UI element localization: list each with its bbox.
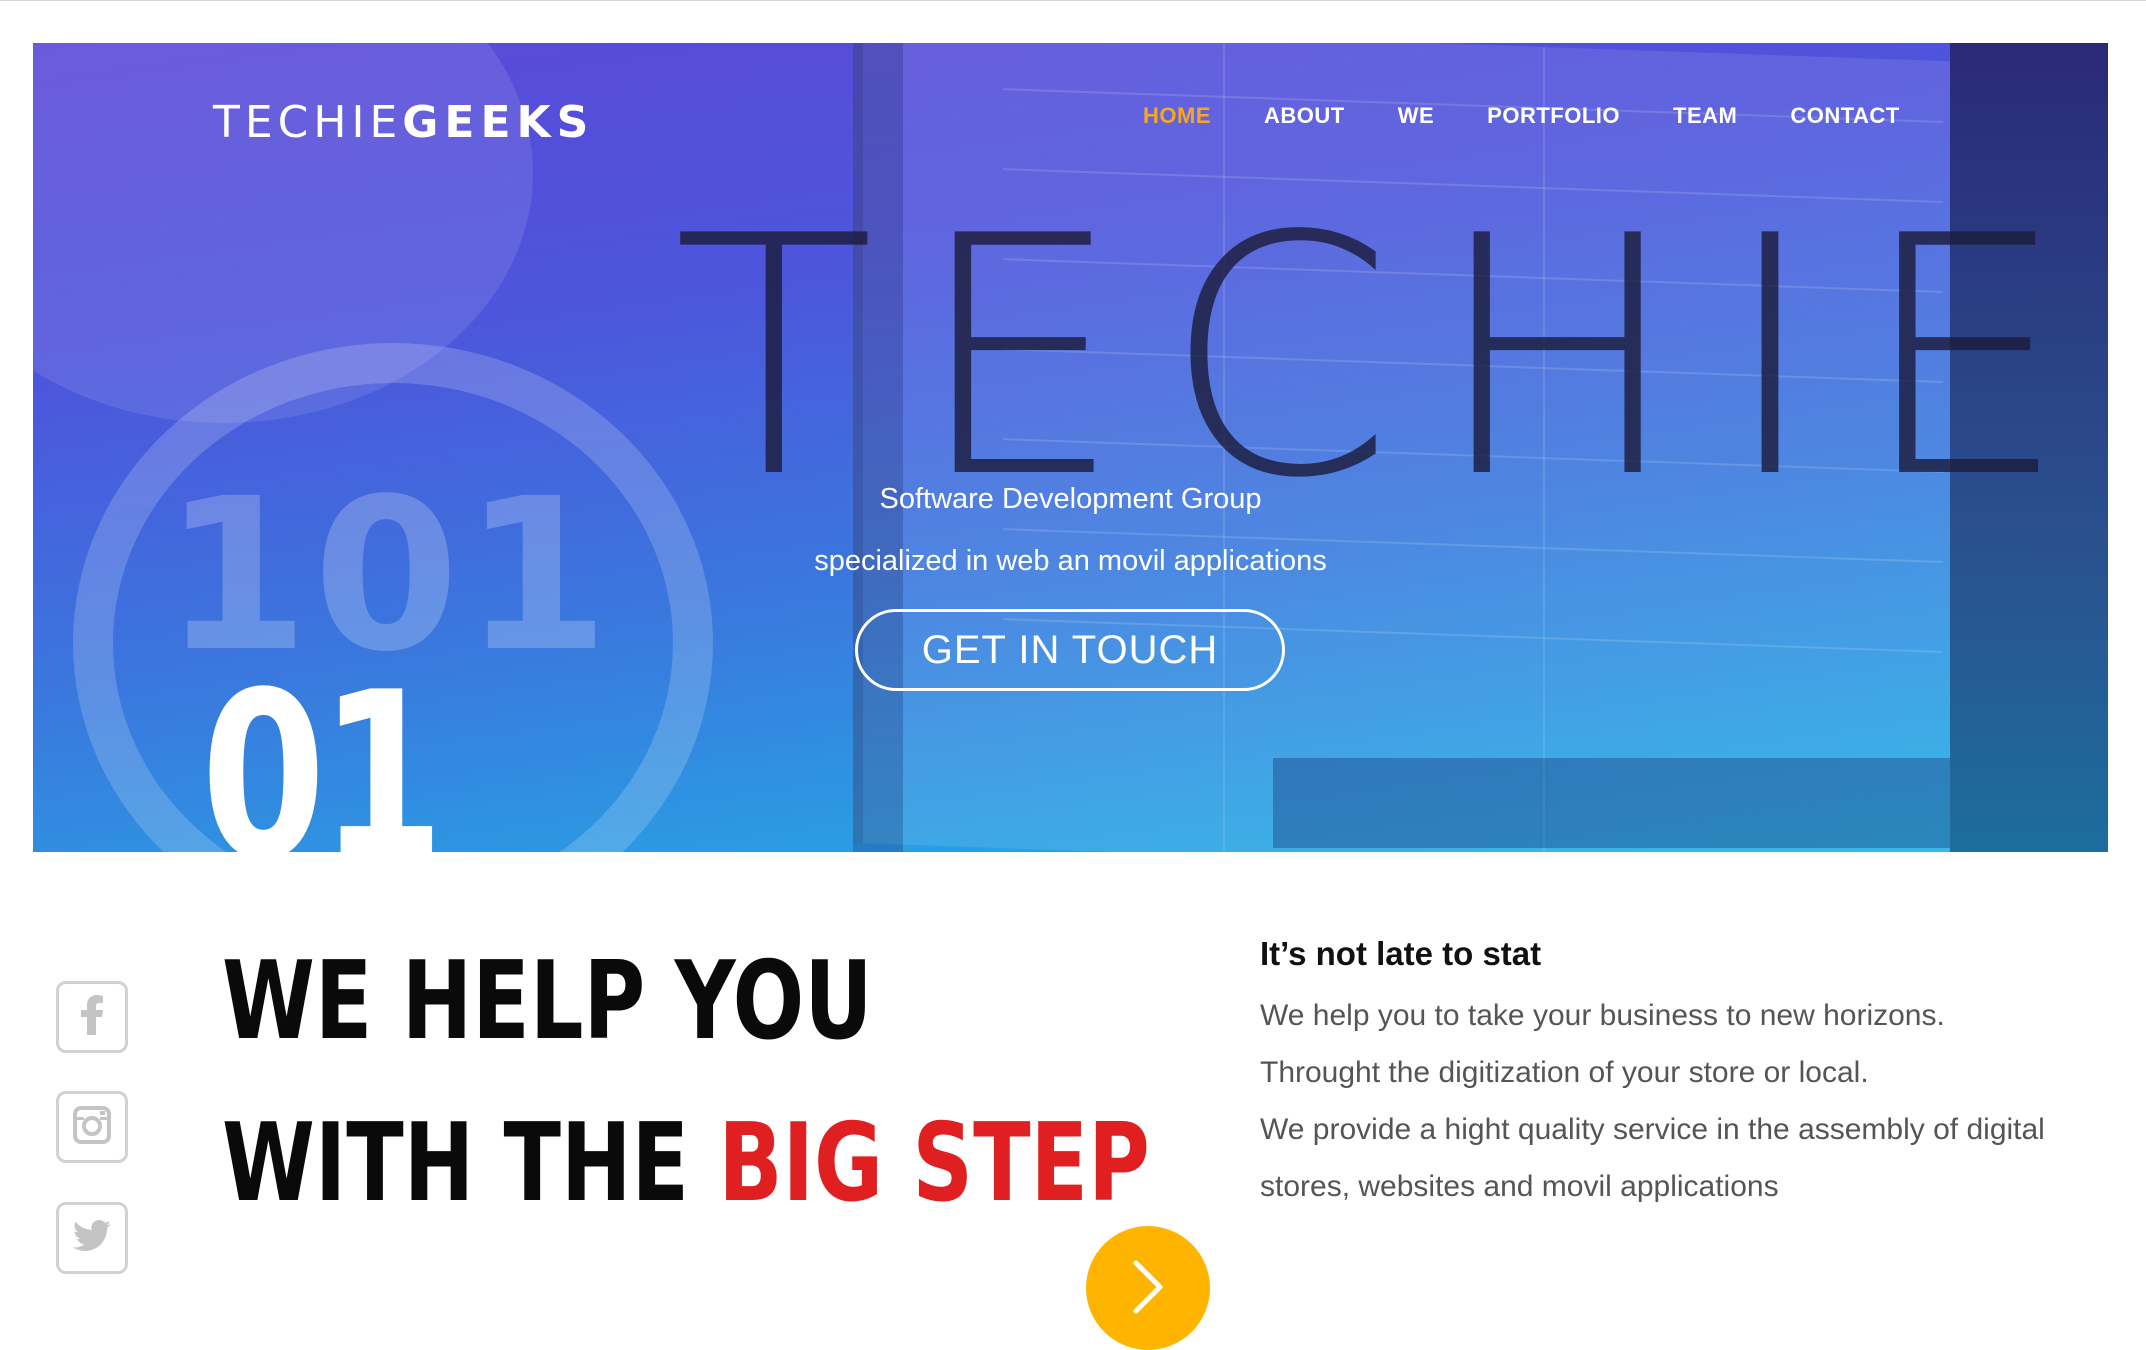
main-nav: HOME ABOUT WE PORTFOLIO TEAM CONTACT bbox=[1143, 103, 1953, 129]
facebook-icon bbox=[79, 994, 105, 1040]
facebook-link[interactable] bbox=[56, 981, 128, 1053]
headline-line-1: WE HELP YOU bbox=[222, 939, 873, 1064]
twitter-icon bbox=[73, 1219, 111, 1257]
info-title: It’s not late to stat bbox=[1260, 935, 1542, 972]
slide-number: 01 bbox=[201, 644, 444, 853]
chevron-right-icon bbox=[1128, 1259, 1168, 1318]
next-slide-button[interactable] bbox=[1086, 1226, 1210, 1350]
info-line: We provide a hight quality service in th… bbox=[1260, 1113, 2045, 1146]
get-in-touch-button[interactable]: GET IN TOUCH bbox=[855, 609, 1285, 691]
hero-big-word: TECHIE bbox=[673, 166, 2108, 550]
twitter-link[interactable] bbox=[56, 1202, 128, 1274]
nav-item-contact[interactable]: CONTACT bbox=[1790, 103, 1899, 129]
instagram-link[interactable] bbox=[56, 1091, 128, 1163]
info-line: Throught the digitization of your store … bbox=[1260, 1056, 1869, 1089]
headline-highlight: BIG STEP bbox=[718, 1101, 1150, 1226]
nav-item-we[interactable]: WE bbox=[1398, 103, 1434, 129]
nav-item-team[interactable]: TEAM bbox=[1673, 103, 1737, 129]
nav-item-about[interactable]: ABOUT bbox=[1264, 103, 1345, 129]
instagram-icon bbox=[73, 1105, 111, 1149]
hero-subtitle-1: Software Development Group bbox=[879, 483, 1262, 515]
hero-subtitle-2: specialized in web an movil applications bbox=[814, 545, 1327, 577]
nav-item-home[interactable]: HOME bbox=[1143, 103, 1211, 129]
site-logo[interactable]: TECHIEGEEKS bbox=[213, 97, 594, 148]
hero-banner: 101 TECHIE TECHIEGEEKS HOME ABOUT WE POR… bbox=[33, 43, 2108, 852]
headline-line-2: WITH THE BIG STEP bbox=[222, 1110, 1150, 1218]
logo-part-geeks: GEEKS bbox=[402, 97, 595, 148]
logo-part-techie: TECHIE bbox=[213, 97, 403, 148]
info-line: We help you to take your business to new… bbox=[1260, 999, 1945, 1032]
top-divider bbox=[0, 0, 2146, 1]
headline-line-2-prefix: WITH THE bbox=[222, 1101, 719, 1226]
info-section: It’s not late to stat We help you to tak… bbox=[1260, 935, 2120, 1215]
nav-item-portfolio[interactable]: PORTFOLIO bbox=[1487, 103, 1620, 129]
background-taskbar bbox=[1273, 758, 1993, 848]
info-line: stores, websites and movil applications bbox=[1260, 1170, 1779, 1203]
